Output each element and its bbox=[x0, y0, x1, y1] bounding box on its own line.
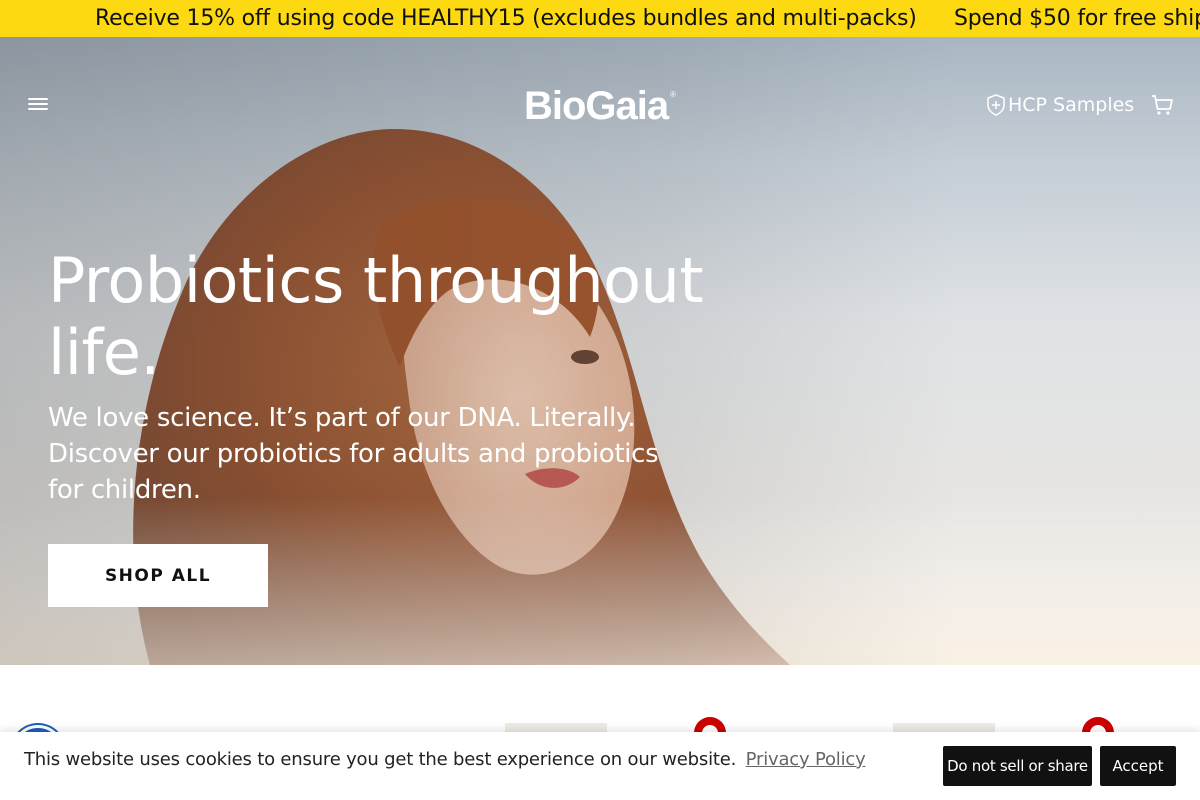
shop-all-button[interactable]: SHOP ALL bbox=[48, 544, 268, 607]
cookie-text: This website uses cookies to ensure you … bbox=[24, 749, 737, 770]
shield-cross-icon bbox=[987, 94, 1005, 116]
accept-cookies-button[interactable]: Accept bbox=[1100, 746, 1176, 786]
biogaia-logo[interactable]: BioGaia ® bbox=[524, 79, 680, 129]
hero-subtitle: We love science. It’s part of our DNA. L… bbox=[48, 403, 659, 505]
cart-icon[interactable] bbox=[1148, 91, 1176, 119]
cookie-banner: This website uses cookies to ensure you … bbox=[0, 732, 1200, 800]
announcement-bar: Receive 15% off using code HEALTHY15 (ex… bbox=[0, 0, 1200, 37]
svg-text:®: ® bbox=[670, 90, 676, 99]
hero-section: BioGaia ® HCP Samples Probiotics through… bbox=[0, 37, 1200, 665]
hero-title: Probiotics throughout life. bbox=[48, 244, 704, 389]
hcp-samples-label: HCP Samples bbox=[1008, 94, 1135, 116]
cookie-message: This website uses cookies to ensure you … bbox=[24, 749, 866, 770]
svg-text:BioGaia: BioGaia bbox=[524, 84, 670, 128]
hamburger-menu-icon[interactable] bbox=[26, 95, 50, 115]
do-not-sell-button[interactable]: Do not sell or share bbox=[943, 746, 1092, 786]
announcement-message: Spend $50 for free shipping bbox=[954, 6, 1200, 31]
privacy-policy-link[interactable]: Privacy Policy bbox=[746, 749, 866, 770]
announcement-message: Receive 15% off using code HEALTHY15 (ex… bbox=[95, 6, 917, 31]
hcp-samples-link[interactable]: HCP Samples bbox=[986, 91, 1134, 119]
